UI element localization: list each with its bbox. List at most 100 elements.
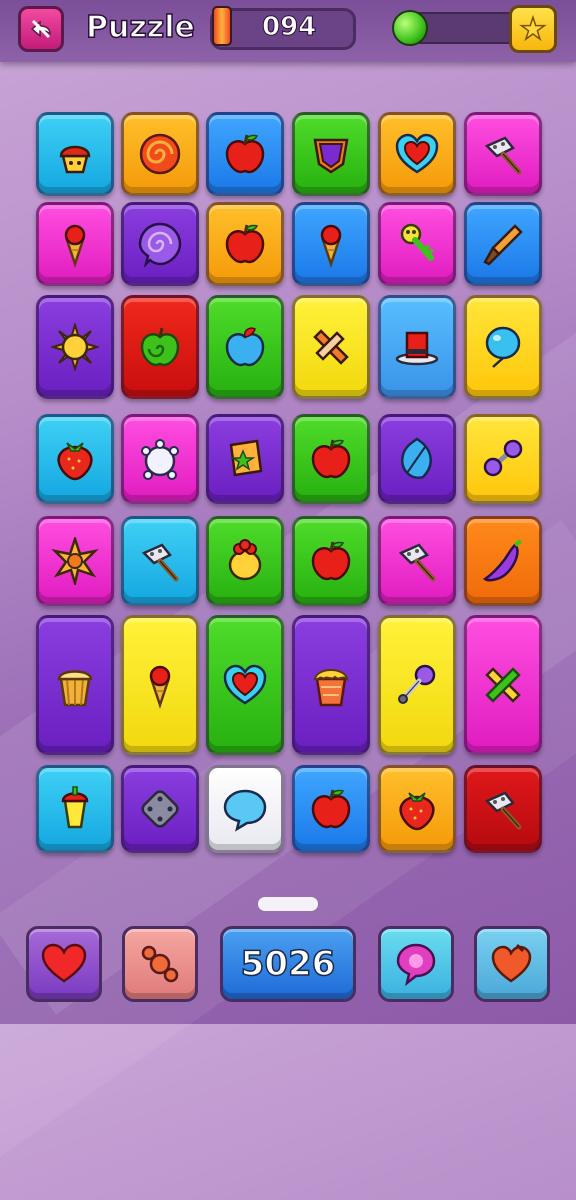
candy-icon bbox=[141, 945, 179, 983]
game-tile[interactable] bbox=[206, 516, 284, 606]
popcorn-icon bbox=[57, 670, 93, 707]
game-tile[interactable] bbox=[464, 295, 542, 399]
blue-leaf-icon bbox=[400, 437, 432, 480]
hammer-icon bbox=[484, 136, 522, 175]
game-tile[interactable] bbox=[121, 765, 199, 853]
sippy-cup-icon bbox=[61, 786, 89, 829]
hammer-icon bbox=[484, 791, 522, 830]
game-tile[interactable] bbox=[292, 202, 370, 286]
game-tile[interactable] bbox=[292, 295, 370, 399]
game-tile[interactable] bbox=[36, 295, 114, 399]
game-tile[interactable] bbox=[292, 615, 370, 755]
cross-icon bbox=[485, 667, 521, 703]
game-tile[interactable] bbox=[36, 765, 114, 853]
speech-bubble-icon bbox=[223, 789, 267, 832]
game-tile[interactable] bbox=[121, 615, 199, 755]
key-icon bbox=[400, 223, 435, 261]
purple-swirl-icon bbox=[138, 222, 182, 268]
apple-icon bbox=[311, 789, 351, 829]
undo-icon bbox=[30, 19, 51, 39]
game-tile[interactable] bbox=[378, 295, 456, 399]
game-tile[interactable] bbox=[36, 202, 114, 286]
balloon-icon bbox=[485, 326, 521, 368]
game-tile[interactable] bbox=[121, 202, 199, 286]
game-tile[interactable] bbox=[121, 112, 199, 196]
white-turtle-icon bbox=[141, 439, 179, 480]
game-tile[interactable] bbox=[464, 414, 542, 504]
sun-star-icon bbox=[51, 537, 99, 585]
game-tile[interactable] bbox=[464, 516, 542, 606]
game-tile[interactable] bbox=[36, 112, 114, 196]
paintbrush-icon bbox=[483, 224, 523, 266]
apple-icon bbox=[225, 224, 265, 264]
hammer-icon bbox=[398, 543, 436, 582]
star-icon: ★ bbox=[519, 11, 547, 48]
game-tile[interactable] bbox=[378, 202, 456, 286]
back-button[interactable] bbox=[18, 6, 64, 52]
game-tile[interactable] bbox=[464, 202, 542, 286]
game-tile[interactable] bbox=[378, 414, 456, 504]
game-tile[interactable] bbox=[206, 202, 284, 286]
game-tile[interactable] bbox=[464, 615, 542, 755]
page-title: Puzzle bbox=[85, 9, 195, 46]
game-tile[interactable] bbox=[206, 765, 284, 853]
heart-hand-icon bbox=[491, 943, 532, 983]
ice-cream-cone-icon bbox=[320, 224, 342, 268]
game-tile[interactable] bbox=[206, 414, 284, 504]
game-tile[interactable] bbox=[292, 765, 370, 853]
purple-shield-icon bbox=[313, 138, 349, 174]
flag-icon bbox=[229, 439, 263, 477]
game-tile[interactable] bbox=[378, 516, 456, 606]
game-tile[interactable] bbox=[36, 516, 114, 606]
game-tile[interactable] bbox=[121, 295, 199, 399]
chili-pepper-icon bbox=[483, 539, 523, 582]
game-tile[interactable] bbox=[464, 765, 542, 853]
game-tile[interactable] bbox=[36, 615, 114, 755]
swirl-candy-icon bbox=[139, 133, 181, 175]
green-gem-icon bbox=[392, 10, 428, 46]
game-tile[interactable] bbox=[206, 615, 284, 755]
candy-button[interactable] bbox=[122, 926, 198, 1002]
top-hat-icon bbox=[395, 331, 439, 366]
bottom-score-display: 5026 bbox=[220, 926, 356, 1002]
strawberry-icon bbox=[57, 442, 93, 481]
game-tile[interactable] bbox=[378, 615, 456, 755]
game-tile[interactable] bbox=[292, 414, 370, 504]
score-value: 094 bbox=[261, 12, 317, 43]
cake-icon bbox=[313, 669, 349, 707]
chat-button[interactable] bbox=[378, 926, 454, 1002]
dumbbell-icon bbox=[483, 439, 523, 477]
game-tile[interactable] bbox=[36, 414, 114, 504]
dice-icon bbox=[141, 790, 179, 828]
sun-icon bbox=[51, 323, 99, 371]
game-tile[interactable] bbox=[378, 112, 456, 196]
lemon-icon bbox=[228, 539, 262, 581]
game-tile[interactable] bbox=[378, 765, 456, 853]
strawberry-icon bbox=[399, 792, 435, 831]
game-tile[interactable] bbox=[206, 112, 284, 196]
apple-icon bbox=[225, 134, 265, 174]
game-tile[interactable] bbox=[292, 516, 370, 606]
star-button[interactable]: ★ bbox=[509, 5, 557, 53]
cross-candy-icon bbox=[313, 329, 349, 365]
apple-icon bbox=[311, 439, 351, 479]
green-apple-icon bbox=[140, 327, 180, 367]
heart-icon bbox=[395, 133, 439, 174]
heart-button[interactable] bbox=[26, 926, 102, 1002]
battery-icon bbox=[212, 6, 232, 46]
heart-icon bbox=[41, 943, 87, 983]
blue-apple-icon bbox=[225, 327, 265, 367]
game-tile[interactable] bbox=[292, 112, 370, 196]
game-tile[interactable] bbox=[121, 516, 199, 606]
chat-bubble-icon bbox=[396, 943, 436, 987]
top-bar: Puzzle 094 ★ bbox=[0, 0, 576, 62]
drag-handle[interactable] bbox=[258, 897, 318, 911]
heart-hand-button[interactable] bbox=[474, 926, 550, 1002]
microphone-icon bbox=[398, 664, 436, 704]
game-tile[interactable] bbox=[464, 112, 542, 196]
game-tile[interactable] bbox=[121, 414, 199, 504]
ice-cream-cone-icon bbox=[64, 224, 86, 268]
hammer-icon bbox=[141, 543, 179, 582]
heart-icon bbox=[223, 664, 267, 705]
game-tile[interactable] bbox=[206, 295, 284, 399]
